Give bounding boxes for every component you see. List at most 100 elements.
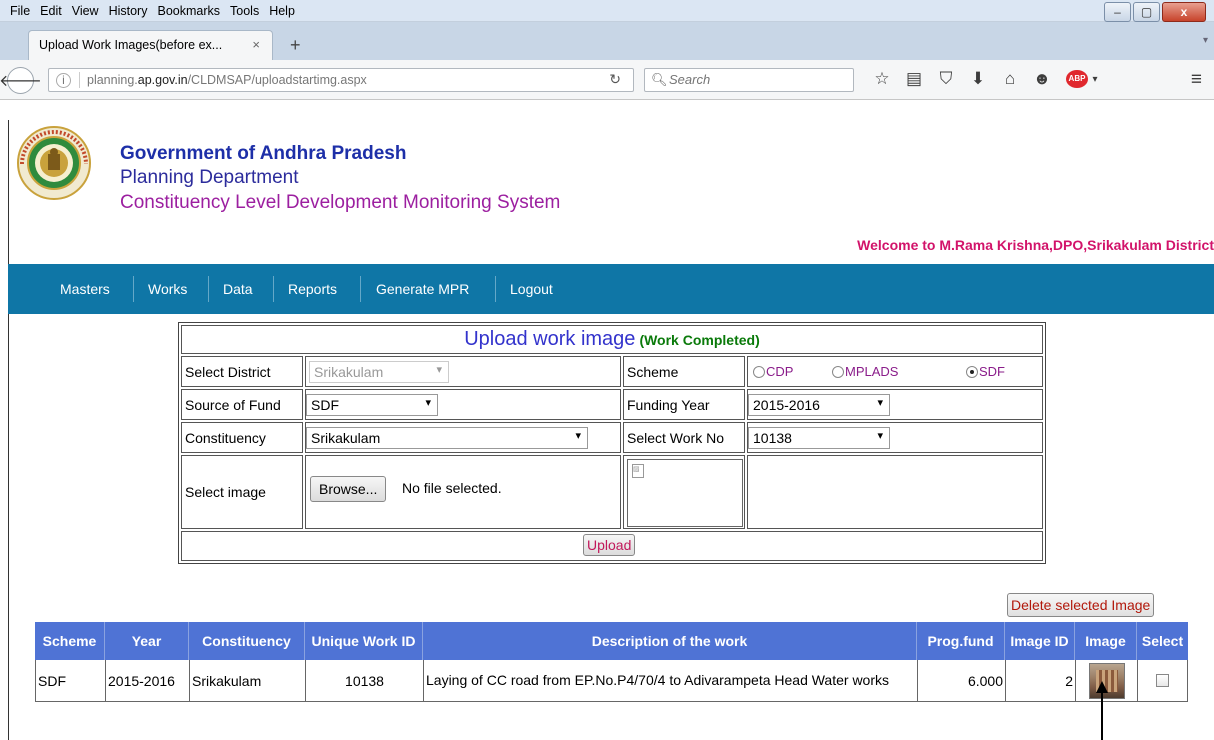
radio-circle[interactable] bbox=[753, 365, 765, 378]
window-controls: – ▢ x bbox=[1102, 2, 1206, 22]
browse-button[interactable]: Browse... bbox=[310, 476, 387, 502]
district-select-value: Srikakulam bbox=[314, 364, 384, 380]
col-image: Image bbox=[1075, 622, 1137, 660]
url-domain: ap.gov.in bbox=[137, 73, 188, 87]
pocket-icon[interactable]: ⛉ bbox=[930, 69, 962, 89]
browser-tab[interactable]: Upload Work Images(before ex... × bbox=[28, 30, 273, 60]
download-icon[interactable]: ⬇ bbox=[962, 69, 994, 89]
url-path: /CLDMSAP/uploadstartimg.aspx bbox=[187, 73, 367, 87]
results-table: Scheme Year Constituency Unique Work ID … bbox=[35, 622, 1188, 702]
upload-button[interactable]: Upload bbox=[583, 534, 636, 556]
file-input-cell: Browse... No file selected. bbox=[305, 455, 621, 529]
search-bar[interactable]: 🔍︎ bbox=[644, 68, 854, 92]
url-text: planning.ap.gov.in/CLDMSAP/uploadstartim… bbox=[87, 73, 367, 87]
constituency-select[interactable]: Srikakulam ▾ bbox=[306, 427, 588, 449]
nav-divider bbox=[360, 276, 361, 302]
col-year: Year bbox=[105, 622, 189, 660]
home-icon[interactable]: ⌂ bbox=[994, 69, 1026, 89]
department-title: Planning Department bbox=[120, 167, 299, 188]
back-arrow-icon: 🡐 bbox=[0, 73, 42, 90]
form-title-cell: Upload work image (Work Completed) bbox=[181, 325, 1043, 354]
constituency-value: Srikakulam bbox=[311, 430, 381, 446]
menu-help[interactable]: Help bbox=[264, 4, 300, 18]
tab-list-icon[interactable]: ▾ bbox=[1203, 35, 1208, 46]
bookmark-star-icon[interactable]: ☆ bbox=[866, 69, 898, 89]
col-image-id: Image ID bbox=[1005, 622, 1075, 660]
scheme-option-label: SDF bbox=[979, 364, 1005, 379]
menu-bookmarks[interactable]: Bookmarks bbox=[152, 4, 225, 18]
district-value-cell: Srikakulam ▾ bbox=[305, 356, 621, 387]
col-scheme: Scheme bbox=[35, 622, 105, 660]
menu-tools[interactable]: Tools bbox=[225, 4, 264, 18]
scheme-options-cell: CDP MPLADS SDF bbox=[747, 356, 1043, 387]
scheme-label-cell: Scheme bbox=[623, 356, 745, 387]
tab-close-icon[interactable]: × bbox=[252, 37, 260, 52]
minimize-button[interactable]: – bbox=[1104, 2, 1131, 22]
source-of-fund-select[interactable]: SDF ▾ bbox=[306, 394, 438, 416]
scheme-label: Scheme bbox=[627, 364, 679, 380]
radio-circle[interactable] bbox=[832, 365, 844, 378]
image-label-cell: Select image bbox=[181, 455, 303, 529]
adblock-icon[interactable]: ABP bbox=[1066, 70, 1088, 88]
nav-works[interactable]: Works bbox=[148, 281, 187, 297]
chevron-down-icon: ▾ bbox=[436, 364, 442, 376]
maximize-button[interactable]: ▢ bbox=[1133, 2, 1160, 22]
cell-image-id: 2 bbox=[1005, 660, 1075, 702]
delete-selected-image-button[interactable]: Delete selected Image bbox=[1007, 593, 1155, 617]
select-image-label: Select image bbox=[185, 484, 266, 500]
nav-divider bbox=[208, 276, 209, 302]
menu-history[interactable]: History bbox=[104, 4, 153, 18]
close-window-button[interactable]: x bbox=[1162, 2, 1206, 22]
back-button[interactable]: 🡐 bbox=[0, 67, 42, 94]
menu-icon[interactable]: ≡ bbox=[1191, 69, 1202, 91]
constituency-label: Constituency bbox=[185, 430, 266, 446]
nav-data[interactable]: Data bbox=[223, 281, 253, 297]
nav-reports[interactable]: Reports bbox=[288, 281, 337, 297]
nav-divider bbox=[273, 276, 274, 302]
nav-logout[interactable]: Logout bbox=[510, 281, 553, 297]
menu-view[interactable]: View bbox=[67, 4, 104, 18]
district-label-cell: Select District bbox=[181, 356, 303, 387]
site-info-icon[interactable]: i bbox=[56, 73, 71, 88]
nav-masters[interactable]: Masters bbox=[60, 281, 110, 297]
scheme-radio-cdp[interactable]: CDP bbox=[753, 364, 793, 379]
work-no-value: 10138 bbox=[753, 430, 792, 446]
adblock-dropdown-icon[interactable]: ▾ bbox=[1088, 74, 1102, 85]
source-of-fund-value: SDF bbox=[311, 397, 339, 413]
nav-generate-mpr[interactable]: Generate MPR bbox=[376, 281, 469, 297]
select-work-no-label: Select Work No bbox=[627, 430, 724, 446]
image-preview-cell: ▨ bbox=[623, 455, 745, 529]
work-no-select[interactable]: 10138 ▾ bbox=[748, 427, 890, 449]
radio-circle-selected[interactable] bbox=[966, 365, 978, 378]
nav-divider bbox=[133, 276, 134, 302]
chevron-down-icon: ▾ bbox=[575, 430, 581, 442]
empty-cell bbox=[747, 455, 1043, 529]
form-subtitle: (Work Completed) bbox=[639, 332, 760, 348]
scheme-radio-sdf[interactable]: SDF bbox=[966, 364, 1005, 379]
menu-bar: File Edit View History Bookmarks Tools H… bbox=[0, 0, 1214, 22]
menu-file[interactable]: File bbox=[5, 4, 35, 18]
menu-edit[interactable]: Edit bbox=[35, 4, 67, 18]
reader-view-icon[interactable]: ▤ bbox=[898, 69, 930, 89]
address-bar[interactable]: i planning.ap.gov.in/CLDMSAP/uploadstart… bbox=[48, 68, 634, 92]
constituency-label-cell: Constituency bbox=[181, 422, 303, 453]
scheme-option-label: MPLADS bbox=[845, 364, 899, 379]
funding-year-label: Funding Year bbox=[627, 397, 710, 413]
source-value-cell: SDF ▾ bbox=[305, 389, 621, 420]
upload-form: Upload work image (Work Completed) Select… bbox=[178, 322, 1046, 564]
state-emblem-logo bbox=[17, 126, 91, 200]
search-input[interactable] bbox=[669, 72, 839, 87]
funding-year-value: 2015-2016 bbox=[753, 397, 820, 413]
scheme-radio-mplads[interactable]: MPLADS bbox=[832, 364, 898, 379]
col-unique-work-id: Unique Work ID bbox=[305, 622, 423, 660]
work-no-label-cell: Select Work No bbox=[623, 422, 745, 453]
chat-icon[interactable]: ☻ bbox=[1026, 69, 1058, 89]
new-tab-button[interactable]: + bbox=[290, 35, 301, 56]
funding-year-label-cell: Funding Year bbox=[623, 389, 745, 420]
reload-icon[interactable]: ↻ bbox=[609, 71, 621, 88]
district-select: Srikakulam ▾ bbox=[309, 361, 449, 383]
tab-title: Upload Work Images(before ex... bbox=[39, 38, 223, 52]
toolbar-icons: ☆ ▤ ⛉ ⬇ ⌂ ☻ ABP ▾ bbox=[866, 69, 1102, 89]
funding-year-select[interactable]: 2015-2016 ▾ bbox=[748, 394, 890, 416]
row-select-checkbox[interactable] bbox=[1156, 674, 1169, 687]
